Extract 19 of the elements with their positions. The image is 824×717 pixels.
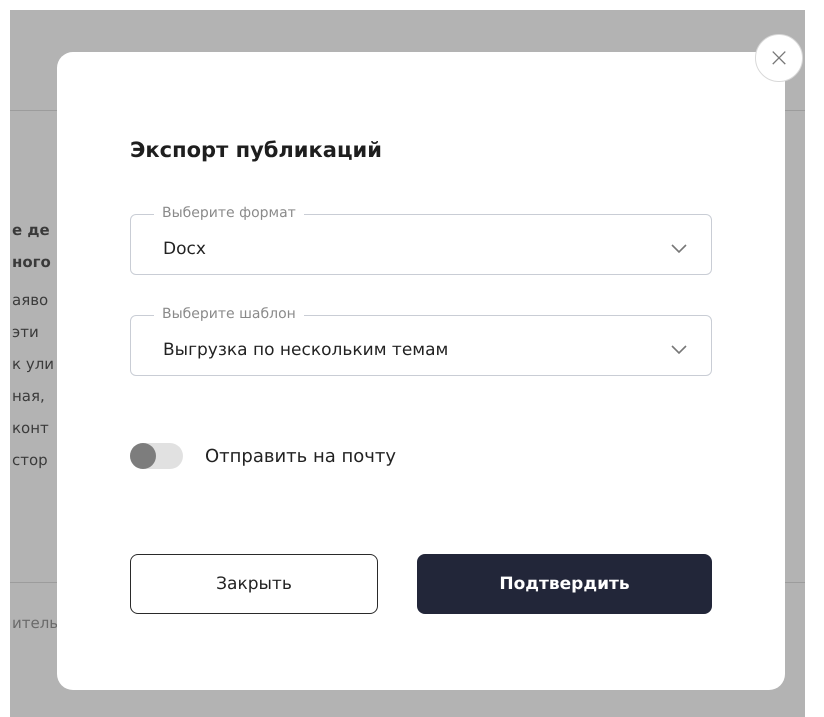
chevron-down-icon (671, 344, 687, 354)
background-text: ного (12, 252, 51, 273)
confirm-button[interactable]: Подтвердить (417, 554, 712, 614)
background-text: эти (12, 322, 39, 343)
field-label: Выберите формат (154, 204, 304, 222)
toggle-switch[interactable] (130, 443, 183, 469)
background-text: стор (12, 450, 48, 471)
close-button[interactable]: × (755, 34, 803, 82)
background-text: ная, (12, 386, 45, 407)
background-text: е де (12, 220, 50, 241)
background-text: итель (12, 613, 58, 634)
background-text: аяво (12, 290, 48, 311)
chevron-down-icon (671, 244, 687, 254)
background-text: к ули (12, 354, 54, 375)
background-text: конт (12, 418, 49, 439)
close-dialog-button[interactable]: Закрыть (130, 554, 378, 614)
field-label: Выберите шаблон (154, 305, 304, 323)
dialog-title: Экспорт публикаций (130, 138, 382, 162)
toggle-label: Отправить на почту (205, 446, 396, 466)
